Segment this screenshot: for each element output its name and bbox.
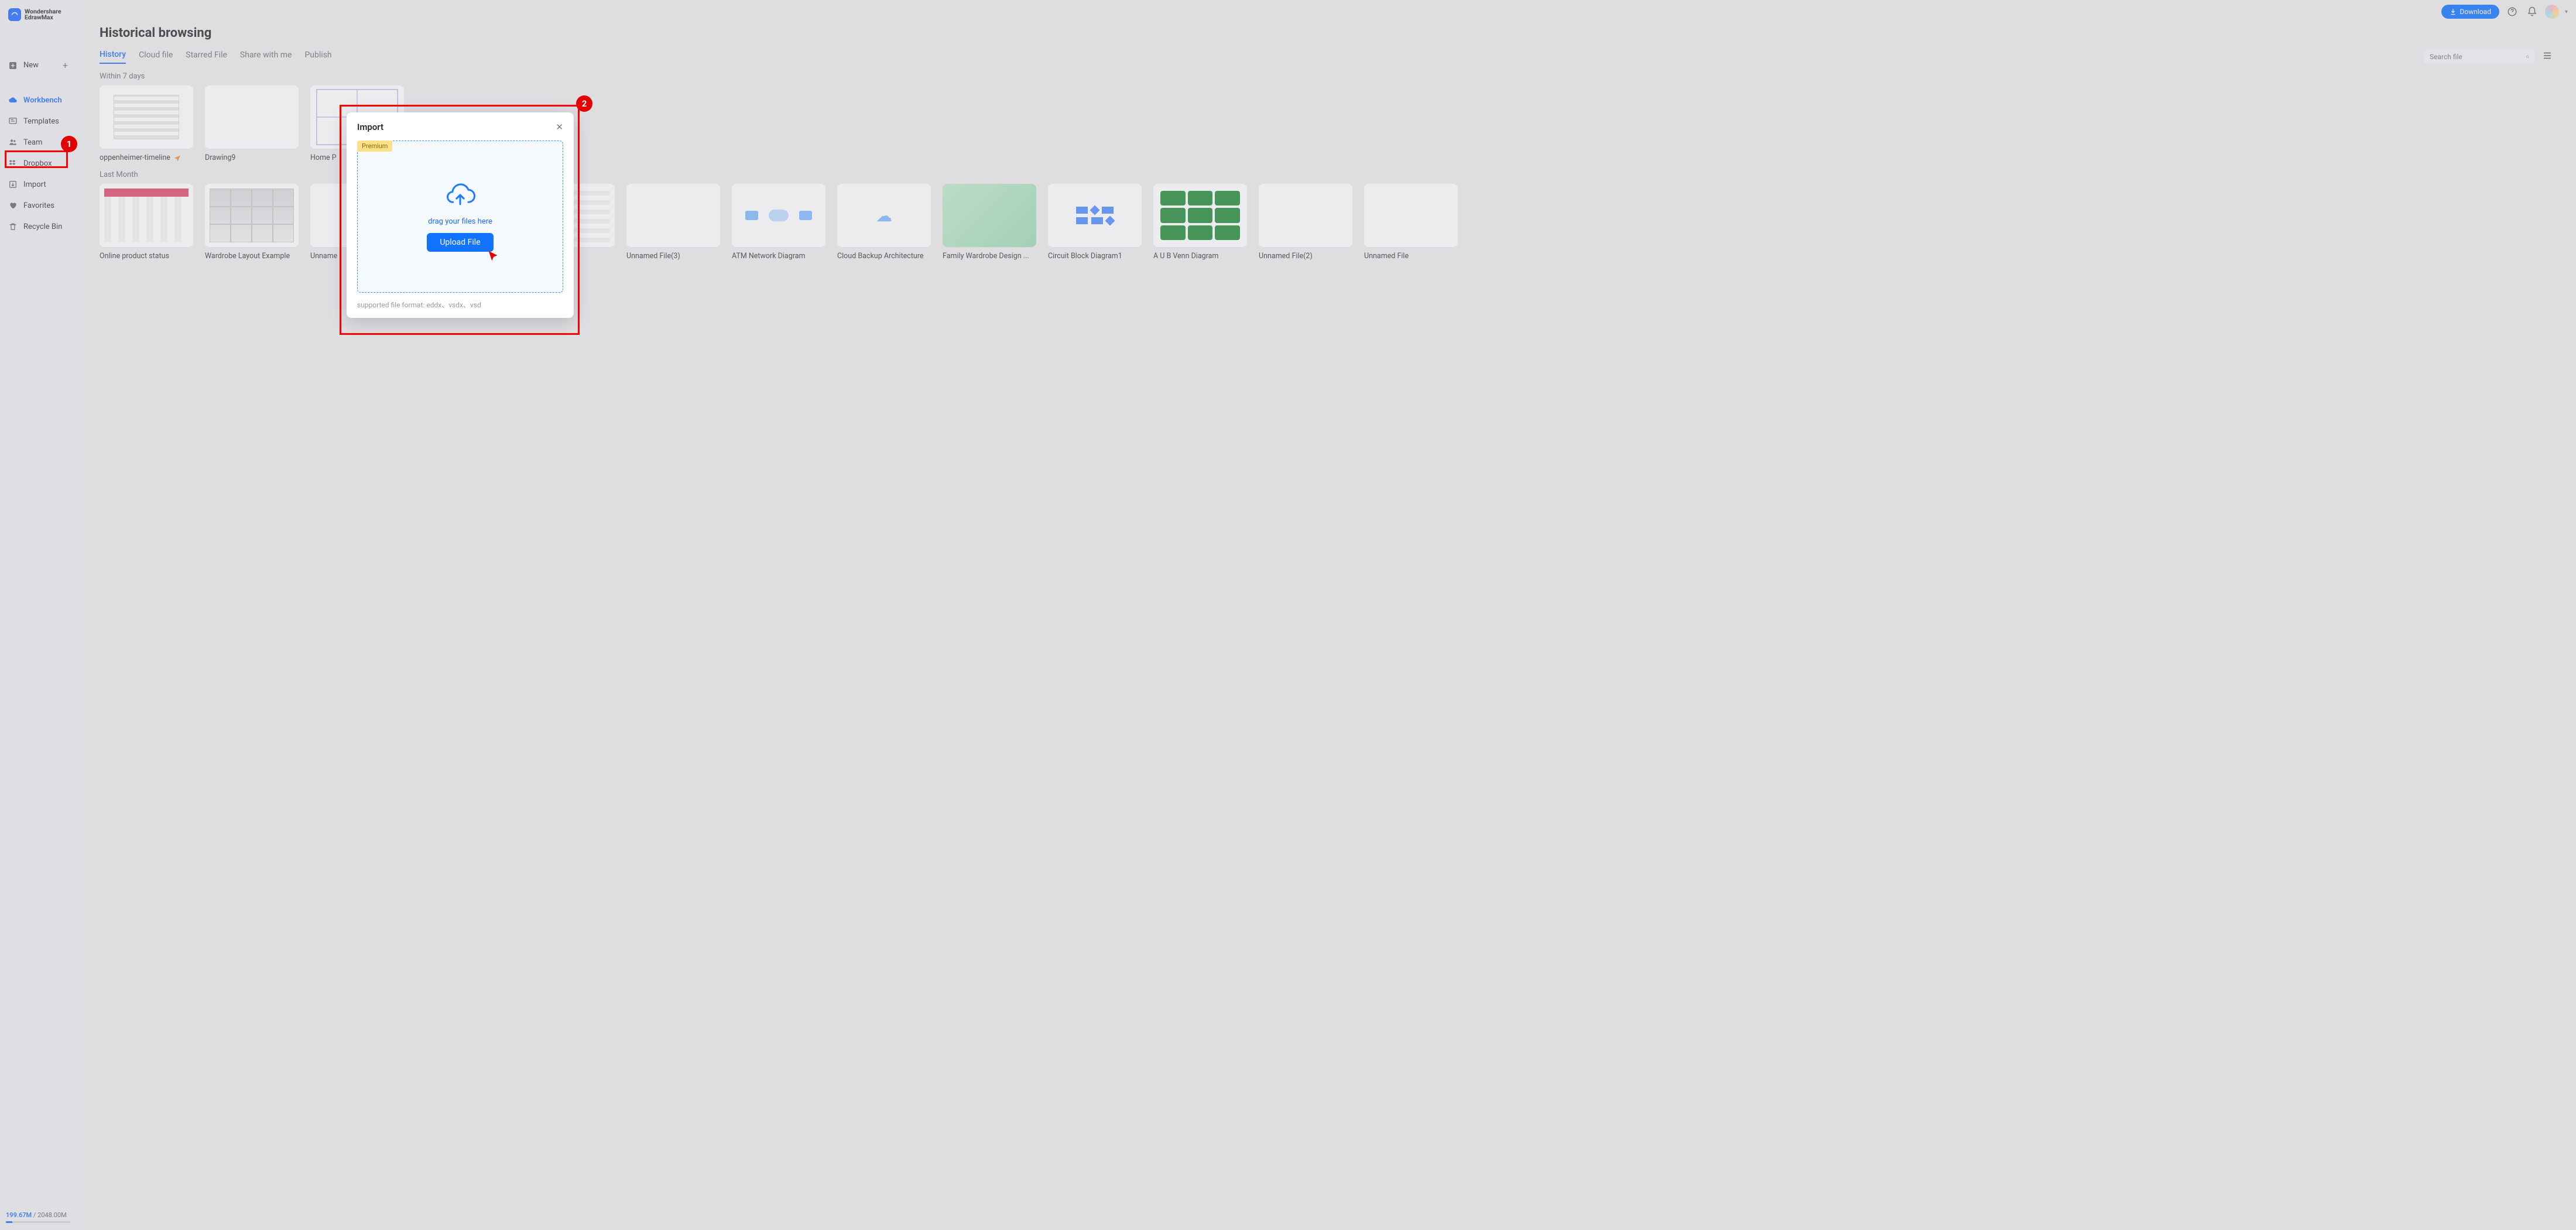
brand-logo: Wondershare EdrawMax [0,5,76,29]
tab-share-with-me[interactable]: Share with me [240,50,292,63]
premium-badge: Premium [357,141,392,152]
file-title: Drawing9 [205,153,299,162]
page-title: Historical browsing [100,26,2553,40]
sidebar-item-recycle-bin[interactable]: Recycle Bin [0,216,76,237]
avatar[interactable] [2545,5,2559,19]
file-title: Unnamed File(3) [626,252,720,261]
storage-indicator: 199.67M / 2048.00M [6,1211,70,1223]
storage-used: 199.67M [6,1211,32,1219]
file-title: Wardrobe Layout Example [205,252,299,261]
search-input[interactable] [2430,53,2521,61]
team-icon [8,138,18,147]
cloud-upload-icon [444,182,477,210]
section-recent-label: Within 7 days [100,72,2553,81]
tab-publish[interactable]: Publish [304,50,331,63]
download-button[interactable]: Download [2441,5,2499,19]
paper-plane-icon [174,155,181,162]
dropbox-icon [8,159,18,168]
sidebar-item-import[interactable]: Import [0,174,76,195]
sidebar-item-templates[interactable]: Templates [0,111,76,132]
file-title: A U B Venn Diagram [1153,252,1247,261]
supported-formats: supported file format: eddx、vsdx、vsd [357,300,563,310]
import-icon [8,180,18,189]
sidebar-item-label: Templates [23,117,59,126]
tabs: History Cloud file Starred File Share wi… [100,50,2553,64]
sidebar-item-label: Favorites [23,201,54,210]
sidebar-item-label: Team [23,138,43,147]
brand-line2: EdrawMax [25,15,61,21]
annotation-step1-badge: 1 [61,136,77,152]
cloud-icon [8,95,18,105]
file-card[interactable]: Online product status [100,184,193,261]
file-title: Cloud Backup Architecture [837,252,931,261]
file-card[interactable]: Unnamed File(3) [626,184,720,261]
templates-icon [8,117,18,126]
search-icon [2526,53,2529,61]
help-icon[interactable] [2505,5,2519,19]
heart-icon [8,201,18,210]
sidebar-item-workbench[interactable]: Workbench [0,90,76,111]
drag-hint: drag your files here [428,217,492,226]
sidebar-item-label: Workbench [23,96,62,105]
brand-mark-icon [8,8,21,21]
import-modal: Import ✕ Premium drag your files here Up… [347,112,574,318]
file-title: oppenheimer-timeline [100,153,170,162]
file-card[interactable]: Family Wardrobe Design ... [943,184,1036,261]
search-field[interactable] [2424,50,2535,64]
modal-title: Import [357,122,383,132]
annotation-step2-badge: 2 [576,95,592,112]
close-icon[interactable]: ✕ [556,122,563,132]
download-label: Download [2460,8,2491,16]
file-title: Circuit Block Diagram1 [1048,252,1142,261]
file-card[interactable]: ATM Network Diagram [732,184,825,261]
file-card[interactable]: Unnamed File(2) [1259,184,1352,261]
chevron-down-icon[interactable]: ▾ [2565,9,2568,15]
file-card[interactable]: A U B Venn Diagram [1153,184,1247,261]
file-card[interactable]: oppenheimer-timeline [100,85,193,162]
file-card[interactable]: Circuit Block Diagram1 [1048,184,1142,261]
sidebar-item-dropbox[interactable]: Dropbox [0,153,76,174]
upload-file-button[interactable]: Upload File [427,233,493,252]
sidebar-item-label: Import [23,180,46,189]
sidebar-item-label: Recycle Bin [23,222,62,231]
topbar: Download ▾ [76,0,2576,23]
sidebar-item-favorites[interactable]: Favorites [0,195,76,216]
file-title: Family Wardrobe Design ... [943,252,1036,261]
file-card[interactable]: ☁Cloud Backup Architecture [837,184,931,261]
file-title: Unnamed File(2) [1259,252,1352,261]
file-card[interactable]: Drawing9 [205,85,299,162]
sidebar-item-label: Dropbox [23,159,52,168]
file-title: Online product status [100,252,193,261]
plus-square-icon [8,61,18,70]
sidebar-new-label: New [23,61,39,70]
annotation-cursor-icon [487,250,500,265]
file-card[interactable]: Wardrobe Layout Example [205,184,299,261]
file-card[interactable]: Unnamed File [1364,184,1458,261]
tab-cloud-file[interactable]: Cloud file [139,50,173,63]
trash-icon [8,222,18,231]
list-view-toggle-icon[interactable] [2542,50,2553,63]
tab-history[interactable]: History [100,50,126,64]
sidebar: Wondershare EdrawMax New + Workbench Tem… [0,0,76,1230]
plus-icon[interactable]: + [63,60,68,71]
file-title: Unnamed File [1364,252,1458,261]
tab-starred-file[interactable]: Starred File [186,50,227,63]
sidebar-new[interactable]: New + [0,54,76,77]
dropzone[interactable]: Premium drag your files here Upload File [357,141,563,293]
file-title: ATM Network Diagram [732,252,825,261]
storage-total: 2048.00M [37,1211,67,1219]
bell-icon[interactable] [2525,5,2539,19]
